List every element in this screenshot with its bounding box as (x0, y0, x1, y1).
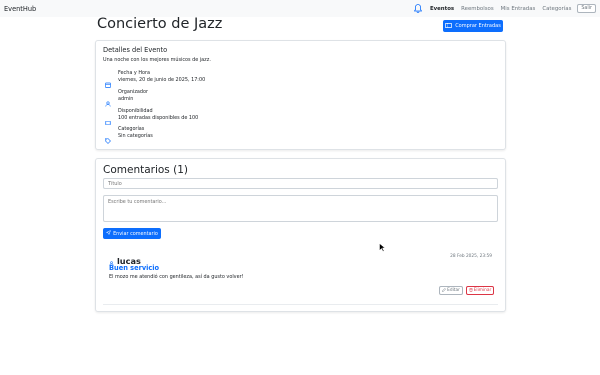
tag-icon (105, 129, 111, 144)
pencil-icon (442, 287, 447, 294)
info-label: Categorías (118, 126, 145, 132)
send-icon (105, 229, 112, 237)
logout-button[interactable]: Salir (577, 4, 596, 13)
event-description: Una noche con los mejores músicos de jaz… (103, 57, 211, 63)
trash-icon (469, 287, 473, 294)
info-date: Fecha y Hora viernes, 20 de junio de 202… (105, 70, 206, 88)
comments-card: Comentarios (1) Enviar comentario lucas … (95, 158, 506, 312)
info-label: Disponibilidad (118, 108, 153, 114)
comment-title-input[interactable] (103, 178, 498, 189)
details-heading: Detalles del Evento (103, 46, 168, 54)
info-value: admin (118, 96, 134, 102)
brand-link[interactable]: EventHub (4, 5, 36, 13)
page-title: Concierto de Jazz (97, 16, 223, 32)
delete-label: Eliminar (473, 288, 492, 293)
ticket-icon (445, 22, 453, 30)
info-label: Fecha y Hora (118, 70, 151, 76)
info-categories: Categorías Sin categorías (105, 126, 153, 144)
info-value: viernes, 20 de junio de 2025, 17:00 (118, 77, 206, 83)
buy-tickets-button[interactable]: Comprar Entradas (443, 20, 503, 32)
navbar: EventHub Eventos Reembolsos Mis Entradas… (0, 0, 600, 17)
comment-body: El mozo me atendió con gentileza, así da… (109, 274, 244, 280)
ticket-icon (105, 111, 111, 125)
info-organizer: Organizador admin (105, 89, 149, 107)
submit-comment-label: Enviar comentario (113, 230, 158, 237)
info-label: Organizador (118, 89, 149, 95)
bell-icon[interactable] (413, 4, 424, 14)
nav-menu: Eventos Reembolsos Mis Entradas Categorí… (413, 0, 596, 17)
edit-comment-button[interactable]: Editar (439, 286, 463, 295)
edit-label: Editar (447, 288, 460, 293)
mouse-cursor (379, 237, 386, 252)
delete-comment-button[interactable]: Eliminar (466, 286, 494, 295)
comment-item: lucas 28 Feb 2025, 23:59 Buen servicio E… (103, 249, 498, 305)
info-availability: Disponibilidad 100 entradas disponibles … (105, 108, 199, 125)
comments-heading: Comentarios (1) (103, 164, 188, 176)
buy-tickets-label: Comprar Entradas (455, 23, 501, 29)
comment-title: Buen servicio (109, 264, 160, 272)
event-details-card: Detalles del Evento Una noche con los me… (95, 40, 506, 150)
nav-link-reembolsos[interactable]: Reembolsos (461, 6, 494, 12)
nav-link-mis-entradas[interactable]: Mis Entradas (501, 6, 536, 12)
info-value: Sin categorías (118, 133, 153, 139)
nav-link-categorias[interactable]: Categorías (542, 6, 571, 12)
comment-timestamp: 28 Feb 2025, 23:59 (450, 254, 492, 259)
info-value: 100 entradas disponibles de 100 (118, 115, 199, 121)
comment-body-textarea[interactable] (103, 195, 498, 222)
user-icon (105, 92, 111, 107)
submit-comment-button[interactable]: Enviar comentario (103, 228, 161, 239)
nav-link-eventos[interactable]: Eventos (430, 6, 454, 12)
calendar-icon (105, 73, 111, 88)
